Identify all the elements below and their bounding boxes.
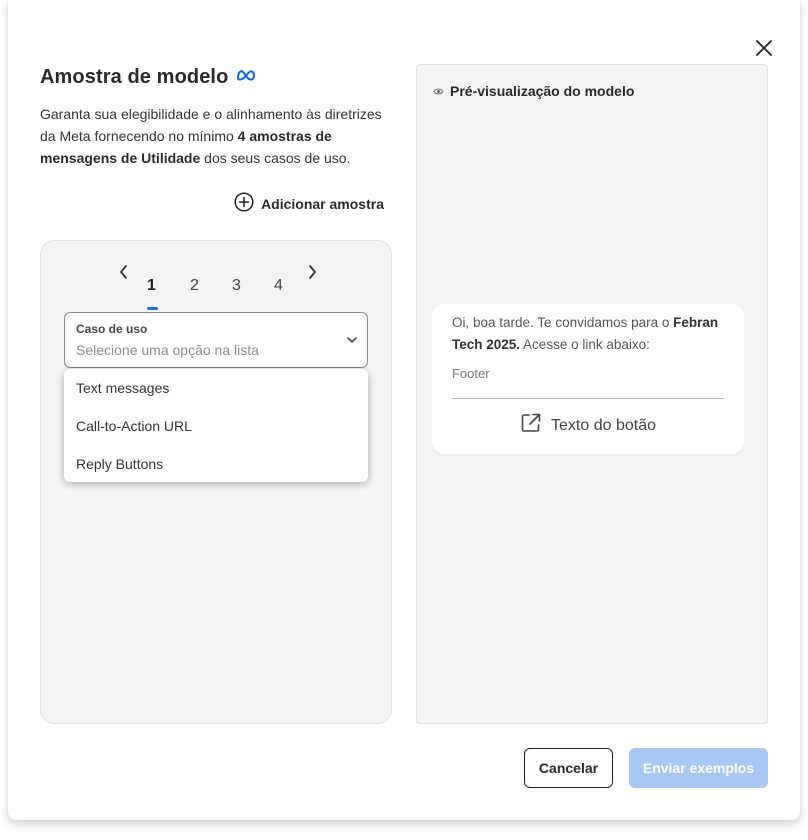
close-icon[interactable] bbox=[749, 33, 779, 63]
option-cta-url[interactable]: Call-to-Action URL bbox=[76, 418, 192, 434]
description-text-end: dos seus casos de uso. bbox=[200, 150, 351, 166]
modal-description: Garanta sua elegibilidade e o alinhament… bbox=[40, 103, 396, 169]
external-link-icon bbox=[520, 412, 542, 439]
chevron-left-icon[interactable] bbox=[115, 261, 133, 283]
page-1[interactable]: 1 bbox=[147, 277, 156, 295]
add-circle-icon bbox=[234, 192, 254, 215]
page-4[interactable]: 4 bbox=[274, 277, 283, 295]
message-body: Oi, boa tarde. Te convidamos para o Febr… bbox=[452, 312, 734, 356]
template-sample-modal: Amostra de modelo Garanta sua elegibilid… bbox=[8, 0, 800, 820]
message-text-end: Acesse o link abaixo: bbox=[520, 337, 650, 352]
cancel-button[interactable]: Cancelar bbox=[524, 748, 613, 788]
message-footer: Footer bbox=[452, 366, 490, 381]
preview-header: Pré-visualização do modelo bbox=[433, 83, 634, 99]
chevron-right-icon[interactable] bbox=[303, 261, 321, 283]
use-case-label: Caso de uso bbox=[76, 322, 148, 336]
bubble-divider bbox=[452, 398, 724, 399]
use-case-select[interactable]: Caso de uso Selecione uma opção na lista bbox=[64, 312, 368, 368]
use-case-dropdown: Text messages Call-to-Action URL Reply B… bbox=[64, 369, 368, 482]
option-text-messages[interactable]: Text messages bbox=[76, 380, 169, 396]
add-sample-label: Adicionar amostra bbox=[261, 195, 384, 212]
add-sample-button[interactable]: Adicionar amostra bbox=[234, 192, 384, 215]
template-preview-panel: Pré-visualização do modelo Oi, boa tarde… bbox=[416, 64, 768, 724]
chevron-down-icon bbox=[345, 333, 359, 347]
modal-header: Amostra de modelo bbox=[40, 66, 256, 89]
preview-title: Pré-visualização do modelo bbox=[450, 83, 635, 99]
active-page-indicator bbox=[147, 307, 158, 310]
eye-icon bbox=[433, 83, 444, 99]
use-case-placeholder: Selecione uma opção na lista bbox=[76, 342, 259, 358]
message-preview-bubble: Oi, boa tarde. Te convidamos para o Febr… bbox=[432, 304, 744, 454]
page-2[interactable]: 2 bbox=[190, 277, 199, 295]
option-reply-buttons[interactable]: Reply Buttons bbox=[76, 456, 163, 472]
preview-cta-button: Texto do botão bbox=[432, 412, 744, 439]
sample-card: 1 2 3 4 Caso de uso Selecione uma opção … bbox=[40, 240, 392, 724]
message-text: Oi, boa tarde. Te convidamos para o bbox=[452, 315, 674, 330]
submit-examples-button[interactable]: Enviar exemplos bbox=[629, 748, 768, 788]
modal-title: Amostra de modelo bbox=[40, 66, 229, 88]
preview-cta-label: Texto do botão bbox=[551, 416, 656, 434]
meta-logo-icon bbox=[236, 68, 256, 87]
page-3[interactable]: 3 bbox=[232, 277, 241, 295]
sample-pager: 1 2 3 4 bbox=[41, 257, 391, 310]
